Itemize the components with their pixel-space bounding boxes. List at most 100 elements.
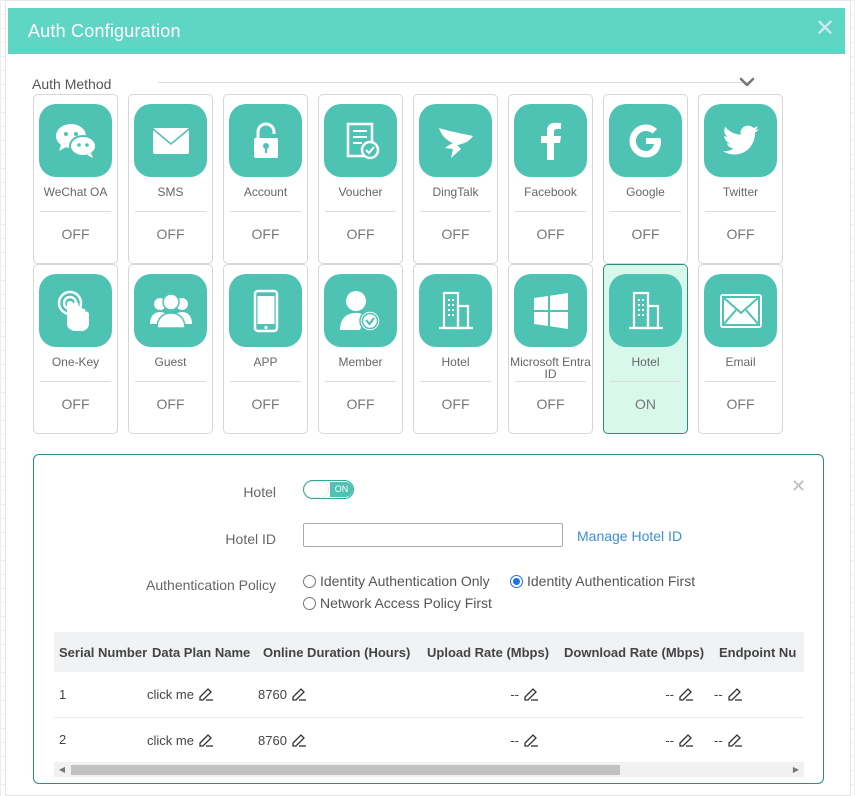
auth-tile-google[interactable]: Google OFF	[603, 94, 688, 264]
edit-icon[interactable]	[198, 732, 214, 747]
hotel-toggle[interactable]: ON	[303, 480, 354, 499]
tile-label: Hotel	[441, 355, 470, 369]
radio-label: Identity Authentication Only	[320, 573, 490, 589]
edit-icon[interactable]	[291, 732, 307, 747]
tile-status: OFF	[61, 226, 90, 242]
tile-divider	[325, 381, 396, 382]
tile-divider	[135, 211, 206, 212]
envelope-icon	[134, 104, 207, 177]
scroll-left-arrow[interactable]: ◀	[57, 765, 67, 775]
tile-divider	[420, 211, 491, 212]
column-header: Serial Number	[54, 632, 147, 672]
auth-tile-email[interactable]: Email OFF	[698, 264, 783, 434]
tile-label: Hotel	[631, 355, 660, 369]
column-header: Data Plan Name	[147, 632, 258, 672]
section-divider	[158, 82, 750, 83]
toggle-knob	[305, 482, 328, 497]
auth-tile-hotel-active[interactable]: Hotel ON	[603, 264, 688, 434]
hotel-id-input[interactable]	[303, 523, 563, 547]
radio-button[interactable]	[303, 574, 316, 588]
tile-status: OFF	[726, 396, 755, 412]
toggle-on-text: ON	[330, 482, 353, 497]
wechat-icon	[39, 104, 112, 177]
dialog-title: Auth Configuration	[28, 21, 181, 41]
scroll-thumb[interactable]	[71, 765, 620, 775]
edit-icon[interactable]	[198, 686, 214, 701]
tile-status: OFF	[441, 396, 470, 412]
close-icon[interactable]: ✕	[791, 476, 806, 497]
tile-status: ON	[635, 396, 656, 412]
auth-tile-wechat-oa[interactable]: WeChat OA OFF	[33, 94, 118, 264]
auth-tile-app[interactable]: APP OFF	[223, 264, 308, 434]
horizontal-scrollbar[interactable]: ◀ ▶	[54, 762, 804, 777]
table-row: 1 click me 8760 -- -- --	[54, 672, 804, 718]
tile-label: DingTalk	[432, 185, 479, 199]
cell-serial: 1	[54, 672, 147, 718]
upload-value: --	[510, 687, 519, 703]
lock-icon	[229, 104, 302, 177]
table-header-row: Serial Number Data Plan Name Online Dura…	[54, 632, 804, 672]
guests-icon	[134, 274, 207, 347]
plan-name-link[interactable]: click me	[147, 687, 194, 702]
tile-label: APP	[253, 355, 278, 369]
dialog-title-bar: Auth Configuration ✕	[8, 8, 845, 54]
auth-tile-facebook[interactable]: Facebook OFF	[508, 94, 593, 264]
radio-label: Identity Authentication First	[527, 573, 696, 589]
cell-endpoint: --	[714, 672, 804, 718]
tile-status: OFF	[156, 226, 185, 242]
radio-button-selected[interactable]	[510, 574, 523, 588]
cell-upload: --	[422, 717, 559, 762]
column-header: Upload Rate (Mbps)	[422, 632, 559, 672]
policy-option-network-first[interactable]: Network Access Policy First	[303, 595, 492, 611]
edit-icon[interactable]	[727, 732, 743, 747]
duration-value: 8760	[258, 687, 287, 703]
download-value: --	[665, 687, 674, 703]
voucher-icon	[324, 104, 397, 177]
auth-tile-voucher[interactable]: Voucher OFF	[318, 94, 403, 264]
edit-icon[interactable]	[678, 686, 694, 701]
tile-divider	[515, 381, 586, 382]
scroll-right-arrow[interactable]: ▶	[791, 765, 801, 775]
tile-label: Facebook	[524, 185, 577, 199]
tile-label: Account	[243, 185, 288, 199]
auth-tile-sms[interactable]: SMS OFF	[128, 94, 213, 264]
tile-label: WeChat OA	[43, 185, 108, 199]
touch-icon	[39, 274, 112, 347]
cell-plan: click me	[147, 717, 258, 762]
edit-icon[interactable]	[523, 732, 539, 747]
tile-status: OFF	[536, 226, 565, 242]
auth-tile-twitter[interactable]: Twitter OFF	[698, 94, 783, 264]
tile-status: OFF	[726, 226, 755, 242]
policy-option-identity-only[interactable]: Identity Authentication Only	[303, 573, 490, 589]
data-plan-table: Serial Number Data Plan Name Online Dura…	[54, 632, 804, 767]
close-icon[interactable]: ✕	[815, 17, 835, 41]
policy-option-identity-first[interactable]: Identity Authentication First	[510, 573, 695, 589]
radio-button[interactable]	[303, 596, 316, 610]
mail-icon	[704, 274, 777, 347]
cell-download: --	[559, 717, 714, 762]
auth-tile-dingtalk[interactable]: DingTalk OFF	[413, 94, 498, 264]
edit-icon[interactable]	[727, 686, 743, 701]
cell-plan: click me	[147, 672, 258, 718]
tile-divider	[135, 381, 206, 382]
hotel-label: Hotel	[243, 484, 276, 500]
edit-icon[interactable]	[291, 686, 307, 701]
edit-icon[interactable]	[678, 732, 694, 747]
upload-value: --	[510, 732, 519, 748]
building-icon	[419, 274, 492, 347]
auth-tile-account[interactable]: Account OFF	[223, 94, 308, 264]
tile-divider	[230, 381, 301, 382]
auth-tile-one-key[interactable]: One-Key OFF	[33, 264, 118, 434]
plan-name-link[interactable]: click me	[147, 733, 194, 748]
tile-label: Member	[338, 355, 383, 369]
chevron-down-icon[interactable]	[738, 74, 756, 90]
column-header: Download Rate (Mbps)	[559, 632, 714, 672]
manage-hotel-id-link[interactable]: Manage Hotel ID	[577, 528, 682, 544]
cell-endpoint: --	[714, 717, 804, 762]
edit-icon[interactable]	[523, 686, 539, 701]
auth-tile-member[interactable]: Member OFF	[318, 264, 403, 434]
auth-tile-microsoft-entra-id[interactable]: Microsoft Entra ID OFF	[508, 264, 593, 434]
auth-tile-guest[interactable]: Guest OFF	[128, 264, 213, 434]
auth-tile-hotel[interactable]: Hotel OFF	[413, 264, 498, 434]
tile-divider	[705, 211, 776, 212]
